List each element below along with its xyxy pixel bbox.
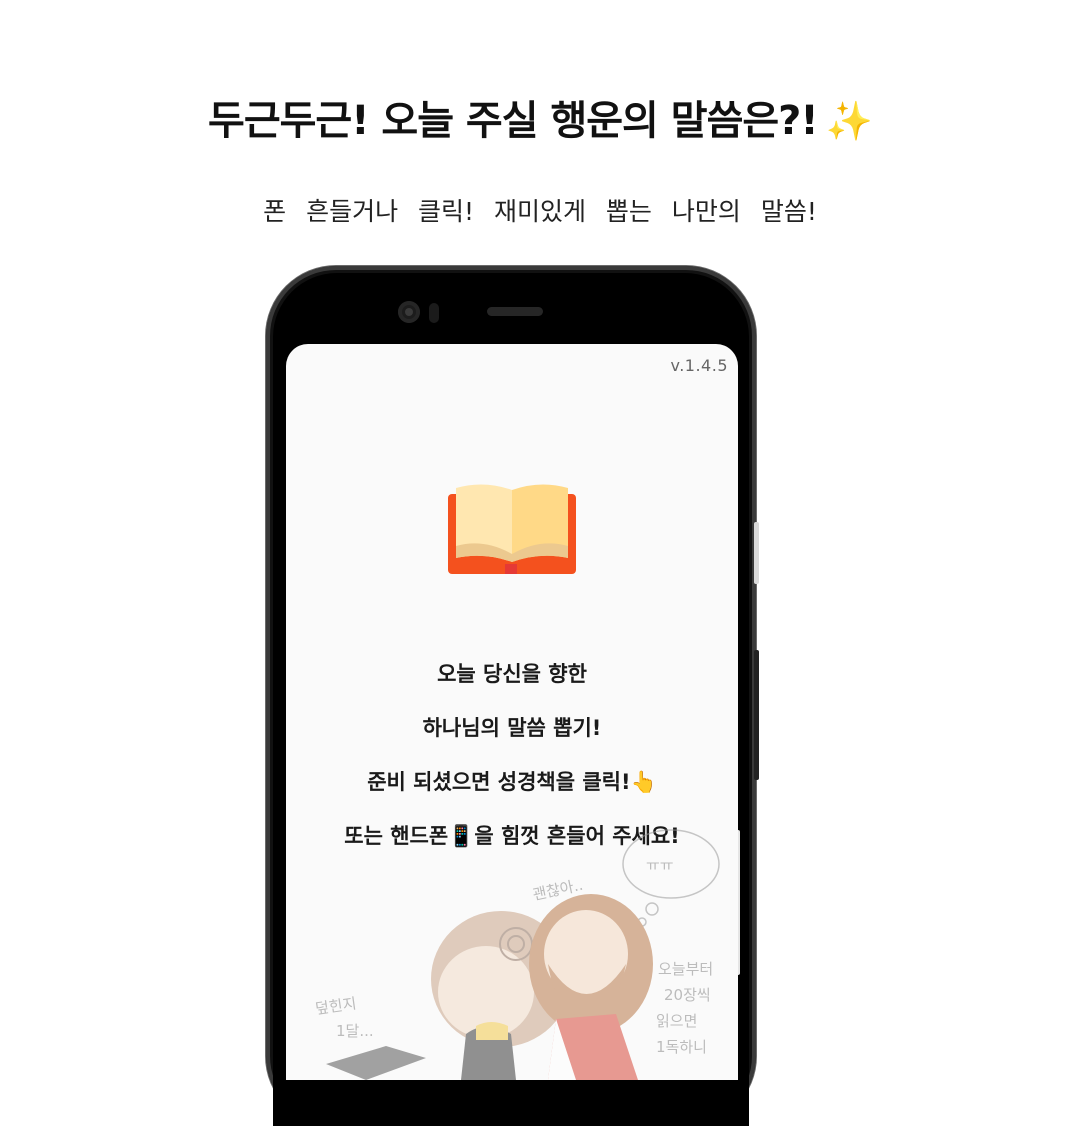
earpiece-speaker-icon: [487, 307, 543, 316]
caption-left-2: 1달...: [336, 1022, 374, 1040]
background-illustration: ㅠㅠ 괜찮아.. 덮힌지 1달... 오늘부터 20장씩 읽으면 1독하니: [314, 829, 720, 1080]
caption-right-4: 1독하니: [656, 1038, 707, 1056]
side-button-top: [754, 522, 759, 584]
caption-right-1: 오늘부터: [658, 960, 713, 978]
pointing-hand-icon: 👆: [630, 770, 657, 794]
bubble-text: ㅠㅠ: [646, 856, 674, 874]
closed-bible: [326, 1046, 426, 1080]
version-label: v.1.4.5: [670, 356, 728, 375]
open-book-icon[interactable]: [446, 482, 578, 578]
proximity-sensor-icon: [429, 303, 439, 323]
front-camera-icon: [398, 301, 420, 323]
caption-left-1: 덮힌지: [314, 994, 358, 1018]
message-line-1: 오늘 당신을 향한: [437, 662, 587, 686]
caption-right-2: 20장씩: [664, 986, 711, 1004]
message-line-3: 준비 되셨으면 성경책을 클릭!👆: [286, 766, 738, 796]
message-line-2: 하나님의 말씀 뽑기!: [422, 716, 602, 740]
caption-right-3: 읽으면: [656, 1012, 697, 1030]
sparkle-icon: ✨: [825, 99, 873, 143]
app-screen: v.1.4.5 오늘 당신을 향한 하나님의 말씀 뽑기! 준비 되셨으면 성경…: [286, 344, 738, 1080]
message-line-3-text: 준비 되셨으면 성경책을 클릭!: [367, 770, 631, 794]
headline: 두근두근! 오늘 주실 행운의 말씀은?! ✨: [0, 88, 1080, 146]
headline-text: 두근두근! 오늘 주실 행운의 말씀은?!: [208, 98, 819, 144]
side-button-power: [754, 650, 759, 780]
subline: 폰 흔들거나 클릭! 재미있게 뽑는 나만의 말씀!: [263, 197, 817, 226]
